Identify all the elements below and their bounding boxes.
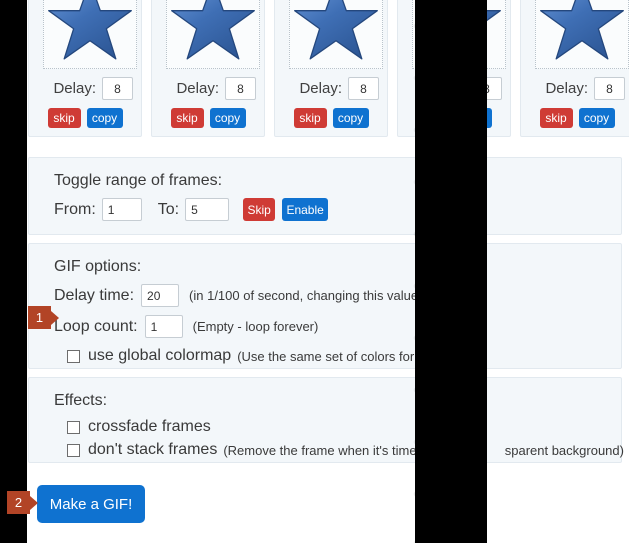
frame-skip-button[interactable]: skip [416, 108, 450, 128]
frame-delay-input[interactable] [102, 77, 133, 100]
frame-buttons: skip copy [170, 108, 246, 128]
loop-count-row: Loop count: (Empty - loop forever) [29, 315, 621, 338]
frame-card[interactable]: 62Delay:skipcopy [520, 0, 629, 137]
global-colormap-row[interactable]: use global colormap (Use the same set of… [29, 347, 621, 365]
frame-thumbnail[interactable] [412, 0, 506, 69]
frame-buttons: skip copy [293, 108, 369, 128]
frame-thumbnail[interactable] [535, 0, 629, 69]
blue-star-icon [48, 0, 132, 60]
toggle-range-title: Toggle range of frames: [54, 172, 223, 189]
global-colormap-label: use global colormap [88, 347, 232, 364]
frame-card[interactable]: 58Delay:skipcopy [151, 0, 265, 137]
frame-delay-input[interactable] [348, 77, 379, 100]
global-colormap-checkbox[interactable] [67, 349, 80, 363]
occlusion-band-left [0, 0, 27, 543]
frame-copy-button[interactable]: copy [332, 108, 369, 128]
dont-stack-hint-left: (Remove the frame when it's time to di [223, 442, 445, 458]
loop-count-hint: (Empty - loop forever) [192, 319, 319, 334]
frame-delay-input[interactable] [225, 77, 256, 100]
crossfade-label: crossfade frames [88, 418, 211, 435]
loop-count-input[interactable] [144, 315, 183, 338]
dont-stack-row[interactable]: don't stack frames (Remove the frame whe… [29, 441, 624, 459]
frame-delay-row: Delay: [402, 77, 506, 100]
range-skip-button[interactable]: Skip [243, 198, 276, 221]
blue-star-icon [540, 0, 624, 60]
frame-buttons: skip copy [539, 108, 615, 128]
from-label: From: [54, 200, 96, 218]
delay-time-hint: (in 1/100 of second, changing this value… [189, 288, 440, 303]
frame-skip-button[interactable]: skip [293, 108, 327, 128]
frame-thumbnail[interactable] [43, 0, 137, 69]
step-badge-1-arrow-icon [51, 310, 59, 325]
frame-thumbnail[interactable] [166, 0, 260, 69]
frame-delay-input[interactable] [594, 77, 625, 100]
frame-card[interactable]: 59Delay:skipcopy [274, 0, 388, 137]
frame-delay-label: Delay: [422, 80, 465, 97]
frames-strip: 57Delay:skipcopy58Delay:skipcopy59Delay:… [28, 0, 629, 152]
gif-options-panel: GIF options: Delay time: (in 1/100 of se… [28, 243, 622, 369]
frame-delay-row: Delay: [279, 77, 383, 100]
step-badge-2-number: 2 [7, 491, 30, 514]
step-badge-2: 2 [7, 491, 38, 514]
crossfade-row[interactable]: crossfade frames [29, 418, 621, 436]
frame-buttons: skip copy [47, 108, 123, 128]
frame-delay-row: Delay: [525, 77, 629, 100]
frame-copy-button[interactable]: copy [455, 108, 492, 128]
range-enable-button[interactable]: Enable [282, 198, 329, 221]
frame-delay-row: Delay: [33, 77, 137, 100]
frame-copy-button[interactable]: copy [86, 108, 123, 128]
frame-delay-label: Delay: [53, 80, 96, 97]
toggle-range-controls: From: To: Skip Enable [29, 198, 621, 221]
blue-star-icon [294, 0, 378, 60]
make-gif-button[interactable]: Make a GIF! [37, 485, 145, 523]
dont-stack-label: don't stack frames [88, 441, 218, 458]
frame-thumbnail[interactable] [289, 0, 383, 69]
crossfade-checkbox[interactable] [67, 420, 80, 434]
delay-time-input[interactable] [141, 284, 180, 307]
frame-copy-button[interactable]: copy [209, 108, 246, 128]
step-badge-2-arrow-icon [30, 495, 38, 510]
frame-skip-button[interactable]: skip [170, 108, 204, 128]
frame-skip-button[interactable]: skip [47, 108, 81, 128]
from-input[interactable] [101, 198, 142, 221]
step-badge-1-number: 1 [28, 306, 51, 329]
app-root: 57Delay:skipcopy58Delay:skipcopy59Delay:… [0, 0, 629, 543]
loop-count-label: Loop count: [54, 317, 138, 335]
blue-star-icon [417, 0, 501, 60]
effects-title: Effects: [54, 392, 108, 409]
gif-options-title: GIF options: [54, 258, 142, 275]
delay-time-label: Delay time: [54, 286, 135, 304]
to-input[interactable] [185, 198, 230, 221]
step-badge-1: 1 [28, 306, 59, 329]
to-label: To: [157, 200, 180, 218]
dont-stack-hint-right: sparent background) [504, 442, 624, 458]
frame-card[interactable]: 57Delay:skipcopy [28, 0, 142, 137]
toggle-range-panel: Toggle range of frames: From: To: Skip E… [28, 157, 622, 235]
frame-delay-label: Delay: [299, 80, 342, 97]
frame-delay-input[interactable] [471, 77, 502, 100]
frame-copy-button[interactable]: copy [578, 108, 615, 128]
delay-time-row: Delay time: (in 1/100 of second, changin… [29, 284, 621, 307]
frame-delay-label: Delay: [176, 80, 219, 97]
frame-buttons: skip copy [416, 108, 492, 128]
frame-skip-button[interactable]: skip [539, 108, 573, 128]
global-colormap-hint: (Use the same set of colors for all fra [237, 348, 450, 364]
effects-panel: Effects: crossfade frames don't stack fr… [28, 377, 624, 463]
dont-stack-checkbox[interactable] [67, 443, 80, 457]
blue-star-icon [171, 0, 255, 60]
frame-delay-label: Delay: [545, 80, 588, 97]
frame-card[interactable]: 60Delay:skipcopy [397, 0, 511, 137]
frame-delay-row: Delay: [156, 77, 260, 100]
